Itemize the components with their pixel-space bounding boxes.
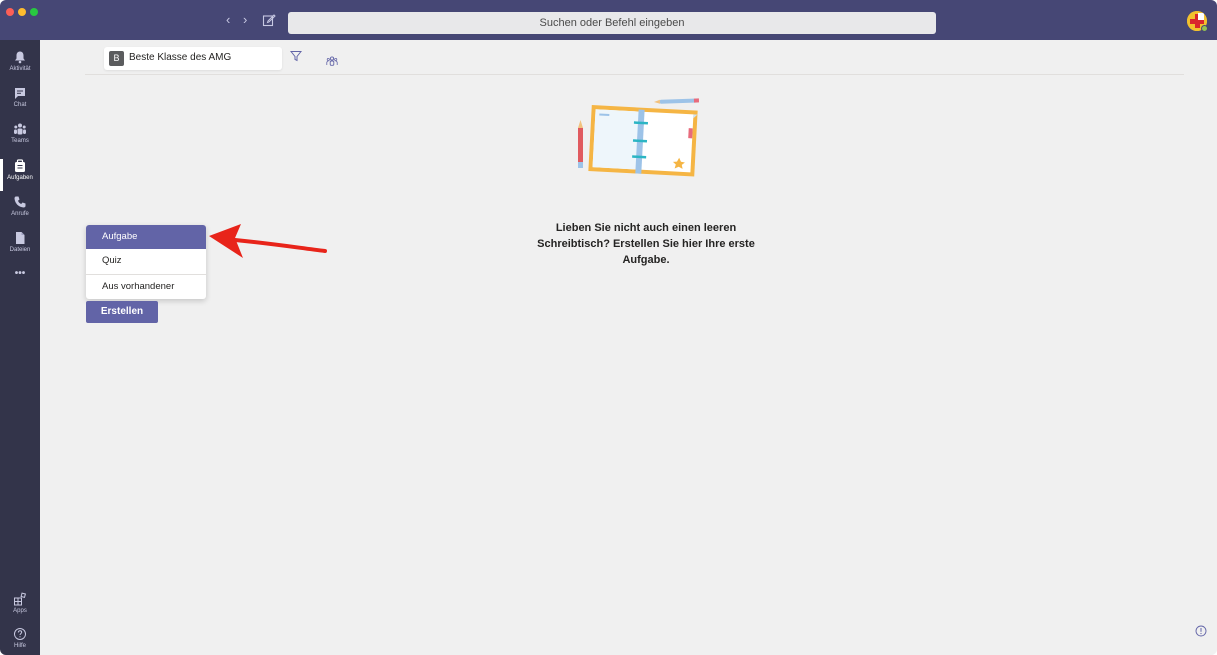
chevron-left-icon[interactable]: ‹ bbox=[226, 13, 230, 27]
teams-icon bbox=[14, 123, 26, 135]
create-button[interactable]: Erstellen bbox=[86, 301, 158, 323]
menu-item-from-existing[interactable]: Aus vorhandener bbox=[86, 275, 206, 299]
menu-item-assignment[interactable]: Aufgabe bbox=[86, 225, 206, 249]
app-bar: Aktivität Chat Teams Aufgaben Anrufe Dat… bbox=[0, 40, 40, 655]
rail-label: Chat bbox=[13, 102, 27, 108]
class-selector[interactable]: B Beste Klasse des AMG bbox=[104, 47, 338, 70]
assignments-icon bbox=[15, 159, 25, 172]
create-type-menu: Aufgabe Quiz Aus vorhandener bbox=[86, 225, 206, 299]
bell-icon bbox=[15, 51, 25, 64]
rail-label: Anrufe bbox=[11, 211, 29, 217]
rail-label: Dateien bbox=[9, 247, 31, 253]
rail-item-teams[interactable]: Teams bbox=[0, 120, 40, 156]
rail-item-files[interactable]: Dateien bbox=[0, 229, 40, 265]
chat-icon bbox=[15, 88, 25, 99]
rail-item-assignments[interactable]: Aufgaben bbox=[0, 157, 40, 193]
assignments-content: B Beste Klasse des AMG Lieben Sie nicht … bbox=[40, 40, 1217, 655]
rail-label: Apps bbox=[13, 608, 27, 614]
red-arrow-annotation bbox=[209, 224, 327, 258]
more-apps-button[interactable]: ••• bbox=[0, 268, 40, 284]
rail-item-calls[interactable]: Anrufe bbox=[0, 193, 40, 229]
minimize-window-button[interactable] bbox=[18, 8, 26, 16]
menu-item-quiz[interactable]: Quiz bbox=[86, 249, 206, 273]
rail-item-apps[interactable]: Apps bbox=[0, 590, 40, 626]
file-icon bbox=[16, 232, 25, 244]
help-icon bbox=[14, 628, 26, 640]
rail-item-activity[interactable]: Aktivität bbox=[0, 48, 40, 84]
apps-icon bbox=[14, 592, 27, 606]
more-icon: ••• bbox=[14, 268, 26, 279]
teams-window: ‹ › Suchen oder Befehl eingeben Aktivitä… bbox=[0, 0, 1217, 655]
class-name: Beste Klasse des AMG bbox=[129, 52, 232, 63]
rail-item-help[interactable]: Hilfe bbox=[0, 625, 40, 655]
filter-icon[interactable] bbox=[290, 50, 302, 62]
class-members-icon[interactable] bbox=[326, 56, 338, 66]
header-divider bbox=[85, 74, 1184, 75]
rail-label: Teams bbox=[11, 138, 29, 144]
phone-icon bbox=[14, 196, 26, 208]
compose-icon[interactable] bbox=[262, 13, 276, 27]
search-input[interactable]: Suchen oder Befehl eingeben bbox=[288, 12, 936, 34]
close-window-button[interactable] bbox=[6, 8, 14, 16]
chevron-right-icon[interactable]: › bbox=[243, 13, 247, 27]
rail-label: Aktivität bbox=[9, 66, 31, 72]
zoom-window-button[interactable] bbox=[30, 8, 38, 16]
rail-label: Hilfe bbox=[13, 643, 26, 649]
class-avatar: B bbox=[109, 51, 124, 66]
titlebar: ‹ › Suchen oder Befehl eingeben bbox=[0, 0, 1217, 40]
rail-label: Aufgaben bbox=[7, 175, 33, 181]
empty-state-message: Lieben Sie nicht auch einen leeren Schre… bbox=[537, 222, 755, 266]
info-icon[interactable] bbox=[1195, 625, 1207, 637]
presence-available-icon bbox=[1201, 25, 1208, 32]
empty-desk-illustration bbox=[578, 98, 700, 177]
rail-item-chat[interactable]: Chat bbox=[0, 84, 40, 120]
